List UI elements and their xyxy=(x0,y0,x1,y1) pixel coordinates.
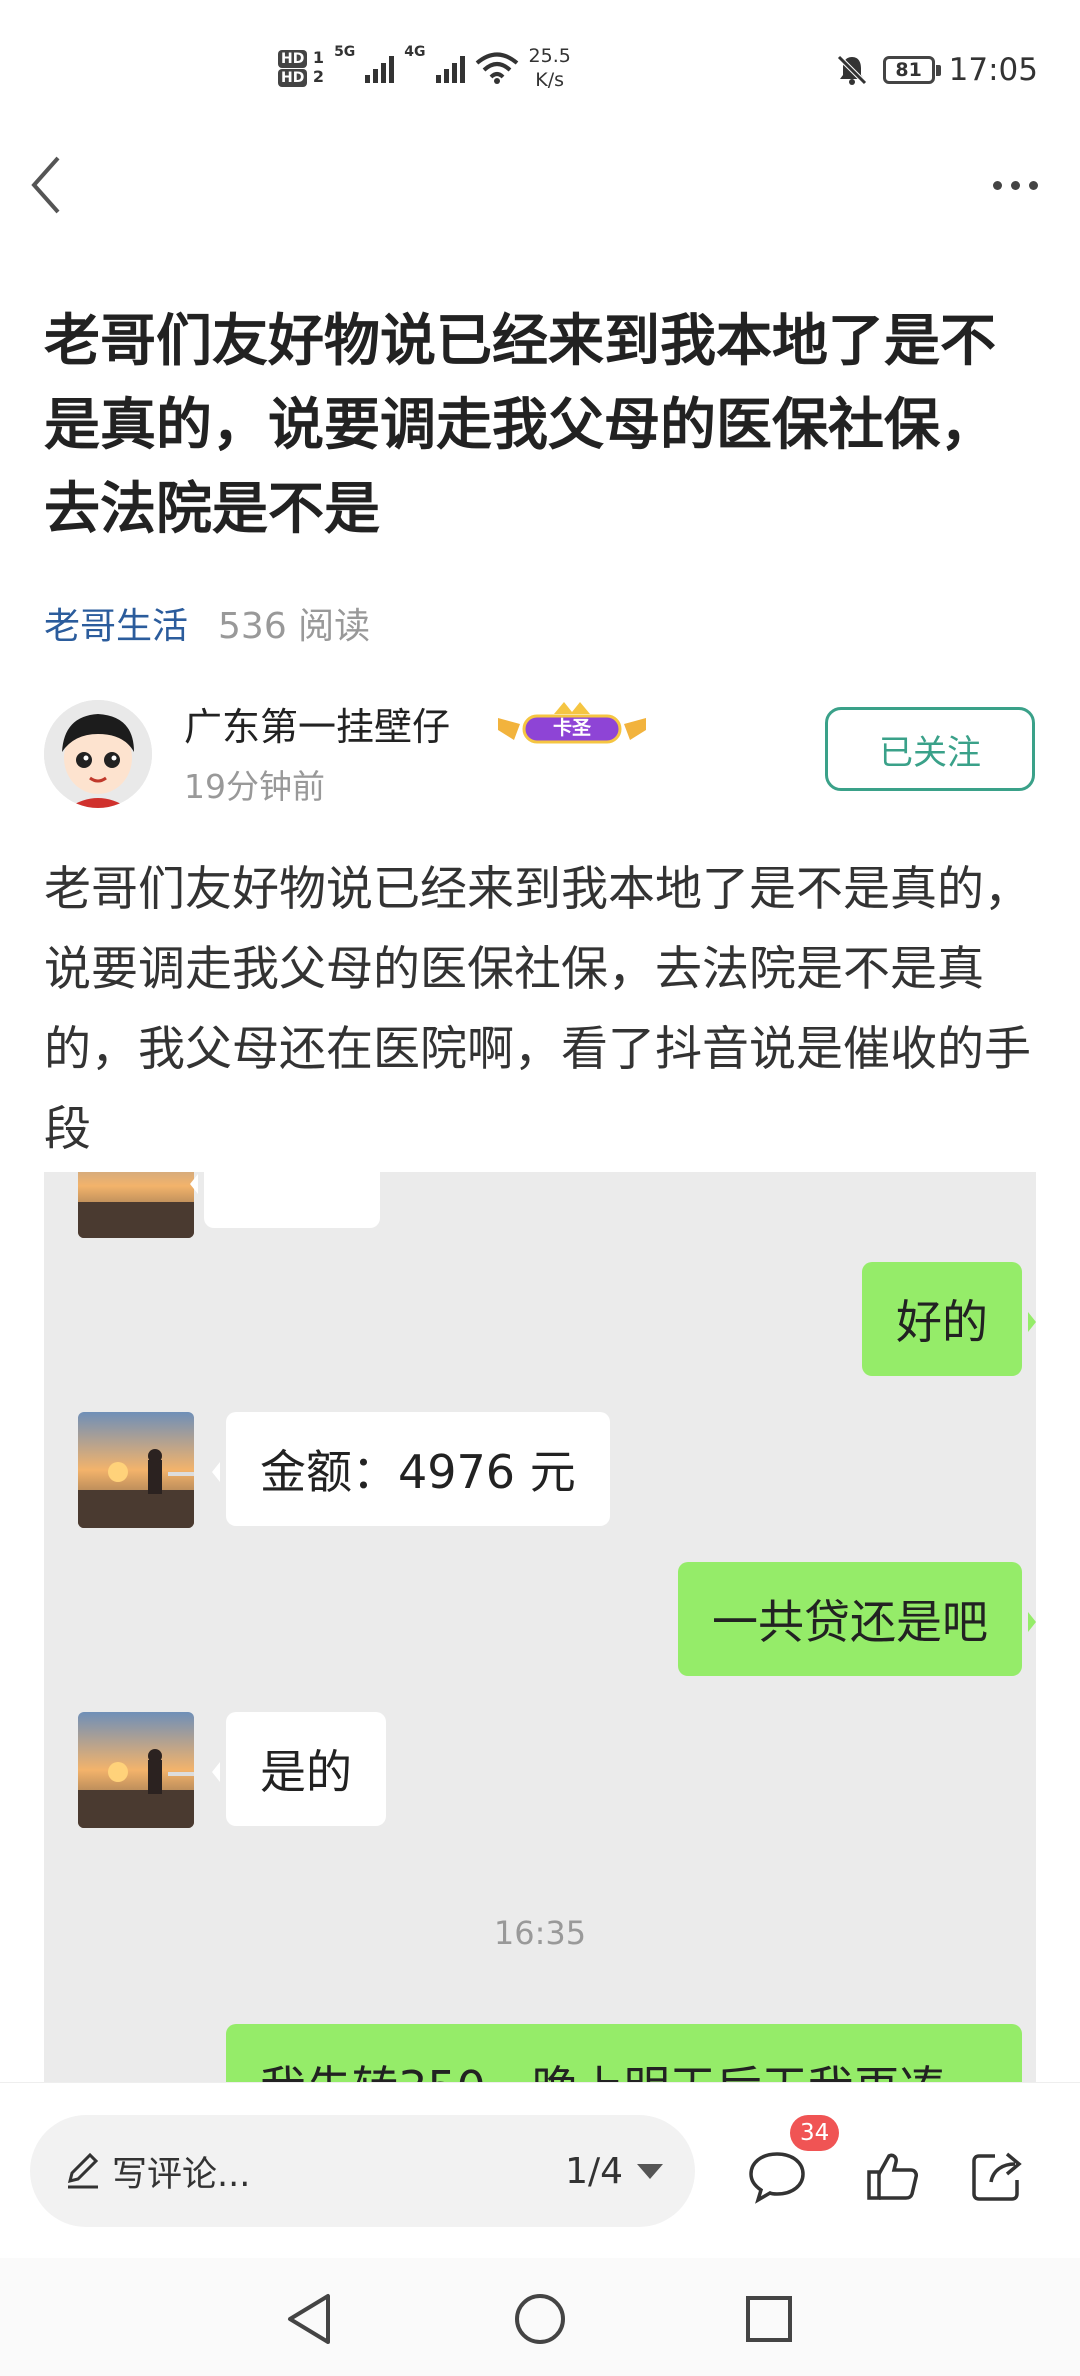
clock: 17:05 xyxy=(948,52,1038,88)
badge-label: 卡圣 xyxy=(552,717,591,739)
chevron-left-icon xyxy=(31,156,60,214)
dot-icon xyxy=(1028,180,1038,190)
bell-muted-icon xyxy=(836,55,867,85)
post-body: 老哥们友好物说已经来到我本地了是不是真的，说要调走我父母的医保社保，去法院是不是… xyxy=(44,862,1031,1157)
system-nav-bar xyxy=(0,2258,1080,2376)
like-button[interactable] xyxy=(858,2141,928,2211)
chat-timestamp: 16:35 xyxy=(493,1914,587,1952)
chat-screenshot[interactable]: 好的 金额：4976 元 一共贷还是吧 是的 16:35 xyxy=(44,1172,1036,2082)
post-meta: 老哥生活 536 阅读 xyxy=(44,597,370,649)
battery-icon: 81 xyxy=(882,56,941,84)
share-button[interactable] xyxy=(962,2141,1032,2211)
chat-bubble-right: 好的 xyxy=(862,1262,1036,1376)
signal-icon xyxy=(365,53,395,83)
hd-icon: HD xyxy=(278,50,308,68)
sunset-photo-icon xyxy=(78,1712,194,1828)
square-recents-icon xyxy=(746,2296,792,2342)
chat-message-text: 好的 xyxy=(896,1295,988,1349)
status-left: HD 1 HD 2 5G 4G 25.5 K/s xyxy=(278,44,571,92)
author-avatar[interactable] xyxy=(44,700,152,808)
read-count: 536 阅读 xyxy=(218,606,371,647)
network-type-label: 5G xyxy=(334,44,356,60)
page-indicator: 1/4 xyxy=(565,2150,623,2192)
sunset-photo-icon xyxy=(78,1172,194,1238)
follow-button[interactable]: 已关注 xyxy=(825,707,1035,791)
chat-message-text: 我先转350，晚上明天后天我再凑 xyxy=(260,2052,946,2082)
contact-avatar xyxy=(78,1412,194,1528)
pencil-icon xyxy=(67,2152,99,2189)
comment-bubble-icon xyxy=(749,2152,805,2204)
thumbs-up-icon xyxy=(867,2153,918,2200)
wifi-icon xyxy=(475,52,518,84)
comment-placeholder: 写评论... xyxy=(112,2154,251,2195)
action-bar: 写评论... 1/4 34 xyxy=(0,2082,1080,2257)
nav-home-button[interactable] xyxy=(505,2284,575,2354)
chat-bubble-left: 金额：4976 元 xyxy=(212,1412,610,1526)
nav-recents-button[interactable] xyxy=(734,2284,804,2354)
comments-button[interactable] xyxy=(742,2141,812,2211)
signal-icon xyxy=(435,53,465,83)
caret-down-icon xyxy=(637,2163,663,2179)
comment-input[interactable]: 写评论... 1/4 xyxy=(30,2115,695,2227)
dot-icon xyxy=(992,180,1002,190)
status-bar: HD 1 HD 2 5G 4G 25.5 K/s 81 17:05 xyxy=(0,0,1080,150)
network-type-label: 4G xyxy=(404,44,426,60)
chat-bubble-left-partial xyxy=(190,1172,380,1228)
contact-avatar xyxy=(78,1712,194,1828)
chat-bubble-left: 是的 xyxy=(212,1712,386,1826)
post-time: 19分钟前 xyxy=(184,767,325,806)
more-options-button[interactable] xyxy=(980,160,1050,210)
author-name[interactable]: 广东第一挂壁仔 xyxy=(184,696,450,751)
back-button[interactable] xyxy=(28,150,68,220)
chat-bubble-right: 一共贷还是吧 xyxy=(678,1562,1036,1676)
sunset-photo-icon xyxy=(78,1412,194,1528)
dot-icon xyxy=(1010,180,1020,190)
chat-message-text: 金额：4976 元 xyxy=(260,1445,576,1499)
comment-count-badge: 34 xyxy=(790,2115,840,2151)
status-right: 81 17:05 xyxy=(835,52,1038,88)
circle-home-icon xyxy=(515,2294,565,2344)
chat-bubble-right-partial: 我先转350，晚上明天后天我再凑 xyxy=(226,2024,1022,2082)
share-icon xyxy=(972,2152,1022,2201)
nav-back-button[interactable] xyxy=(274,2284,344,2354)
chat-message-text: 是的 xyxy=(260,1745,352,1799)
hd-icon: HD xyxy=(278,69,308,87)
cartoon-avatar-icon xyxy=(44,700,152,808)
chat-message-text: 一共贷还是吧 xyxy=(712,1595,988,1649)
user-badge: 卡圣 xyxy=(494,700,650,750)
network-speed: 25.5 K/s xyxy=(528,45,571,91)
triangle-back-icon xyxy=(288,2294,330,2344)
channel-link[interactable]: 老哥生活 xyxy=(44,597,188,649)
sim-indicators: HD 1 HD 2 xyxy=(278,49,324,87)
page-selector[interactable]: 1/4 xyxy=(565,2151,663,2192)
post-title: 老哥们友好物说已经来到我本地了是不是真的，说要调走我父母的医保社保，去法院是不是 xyxy=(44,309,996,542)
contact-avatar xyxy=(78,1172,194,1238)
